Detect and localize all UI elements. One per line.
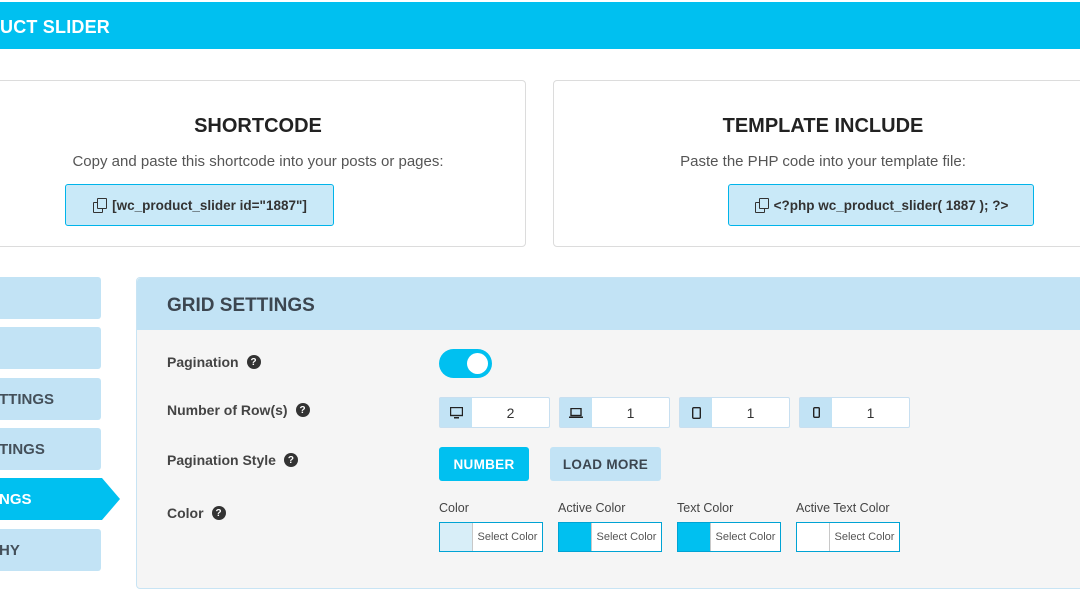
- shortcode-box: SHORTCODE Copy and paste this shortcode …: [0, 80, 526, 247]
- tablet-icon: [680, 398, 712, 427]
- active-text-color-swatch[interactable]: [797, 523, 829, 551]
- rows-mobile-value[interactable]: 1: [832, 398, 909, 427]
- pagination-style-label: Pagination Style: [167, 452, 276, 468]
- help-icon[interactable]: ?: [295, 403, 310, 417]
- sidebar-tab-4[interactable]: TINGS: [0, 428, 101, 470]
- rows-mobile-field[interactable]: 1: [799, 397, 910, 428]
- shortcode-heading: SHORTCODE: [194, 115, 322, 137]
- text-color-picker-label: Text Color: [677, 501, 734, 515]
- copy-icon: [92, 198, 108, 213]
- select-color-button[interactable]: Select Color: [472, 523, 542, 551]
- rows-laptop-value[interactable]: 1: [592, 398, 669, 427]
- pagination-style-row-label: Pagination Style ?: [167, 452, 298, 468]
- rows-row-label: Number of Row(s) ?: [167, 402, 310, 418]
- grid-settings-panel: GRID SETTINGS Pagination ? Number of Row…: [136, 277, 1080, 589]
- rows-tablet-field[interactable]: 1: [679, 397, 790, 428]
- toggle-knob: [467, 353, 488, 374]
- sidebar-tab-label: HY: [0, 541, 20, 559]
- active-color-picker-label: Active Color: [558, 501, 626, 515]
- copy-template-code-button[interactable]: <?php wc_product_slider( 1887 ); ?>: [728, 184, 1034, 226]
- template-code-text: <?php wc_product_slider( 1887 ); ?>: [773, 197, 1009, 213]
- color-label: Color: [167, 505, 204, 521]
- sidebar-tab-label: TINGS: [0, 440, 45, 458]
- select-color-button[interactable]: Select Color: [591, 523, 661, 551]
- sidebar-tab-3[interactable]: TTINGS: [0, 378, 101, 420]
- rows-desktop-field[interactable]: 2: [439, 397, 550, 428]
- sidebar-tab-label: TTINGS: [0, 390, 54, 408]
- color-row-label: Color ?: [167, 505, 226, 521]
- sidebar-tab-label: NGS: [0, 490, 32, 508]
- sidebar-tab-5-active[interactable]: NGS: [0, 478, 120, 520]
- desktop-icon: [440, 398, 472, 427]
- pagination-load-more-button[interactable]: LOAD MORE: [550, 447, 661, 481]
- copy-shortcode-button[interactable]: [wc_product_slider id="1887"]: [65, 184, 334, 226]
- sidebar-tab-2[interactable]: [0, 327, 101, 369]
- active-color-swatch[interactable]: [559, 523, 591, 551]
- template-description: Paste the PHP code into your template fi…: [680, 153, 966, 170]
- mobile-icon: [800, 398, 832, 427]
- color-picker[interactable]: Select Color: [439, 522, 543, 552]
- laptop-icon: [560, 398, 592, 427]
- active-text-color-picker-label: Active Text Color: [796, 501, 890, 515]
- panel-header: GRID SETTINGS: [137, 278, 1080, 330]
- help-icon[interactable]: ?: [211, 506, 226, 520]
- rows-tablet-value[interactable]: 1: [712, 398, 789, 427]
- rows-laptop-field[interactable]: 1: [559, 397, 670, 428]
- template-heading: TEMPLATE INCLUDE: [722, 115, 924, 137]
- sidebar-tab-1[interactable]: [0, 277, 101, 319]
- panel-title: GRID SETTINGS: [167, 295, 315, 316]
- page-header: UCT SLIDER: [0, 2, 1080, 49]
- color-picker-label: Color: [439, 501, 469, 515]
- active-text-color-picker[interactable]: Select Color: [796, 522, 900, 552]
- select-color-button[interactable]: Select Color: [710, 523, 780, 551]
- color-swatch[interactable]: [440, 523, 472, 551]
- sidebar-tab-6[interactable]: HY: [0, 529, 101, 571]
- pagination-row-label: Pagination ?: [167, 354, 261, 370]
- pagination-toggle[interactable]: [439, 349, 492, 378]
- page-title: UCT SLIDER: [0, 17, 110, 37]
- active-color-picker[interactable]: Select Color: [558, 522, 662, 552]
- help-icon[interactable]: ?: [246, 355, 261, 369]
- template-include-box: TEMPLATE INCLUDE Paste the PHP code into…: [553, 80, 1080, 247]
- rows-desktop-value[interactable]: 2: [472, 398, 549, 427]
- pagination-number-button[interactable]: NUMBER: [439, 447, 529, 481]
- rows-label: Number of Row(s): [167, 402, 288, 418]
- copy-icon: [754, 198, 769, 213]
- help-icon[interactable]: ?: [283, 453, 298, 467]
- shortcode-text: [wc_product_slider id="1887"]: [112, 197, 307, 213]
- text-color-swatch[interactable]: [678, 523, 710, 551]
- pagination-label: Pagination: [167, 354, 239, 370]
- select-color-button[interactable]: Select Color: [829, 523, 899, 551]
- shortcode-description: Copy and paste this shortcode into your …: [72, 153, 444, 170]
- text-color-picker[interactable]: Select Color: [677, 522, 781, 552]
